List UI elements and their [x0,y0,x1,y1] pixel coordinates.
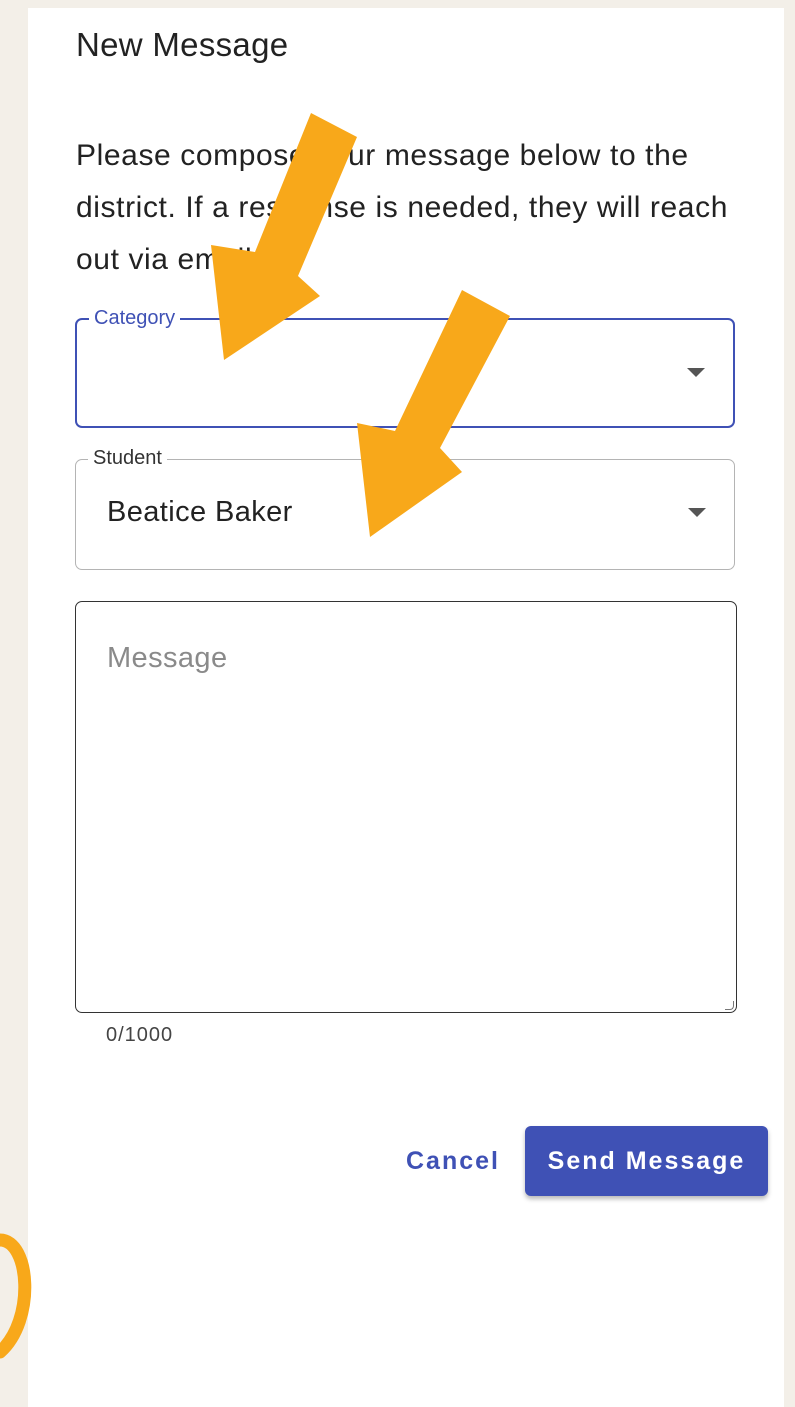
message-textarea[interactable]: Message [75,601,737,1013]
category-label: Category [89,306,181,330]
intro-text: Please compose your message below to the… [76,139,728,276]
arrow-drop-down-icon[interactable] [688,508,706,517]
character-counter: 0/1000 [106,1024,174,1046]
arrow-drop-down-icon[interactable] [687,368,705,377]
student-label: Student [88,446,167,470]
category-select[interactable]: Category [75,306,735,428]
cancel-button[interactable]: Cancel [392,1133,514,1189]
send-message-button[interactable]: Send Message [525,1126,768,1196]
dialog-title: New Message [76,26,289,63]
annotation-curve-icon [0,1233,32,1359]
student-select[interactable]: Student Beatice Baker [75,446,735,570]
message-placeholder: Message [107,642,228,674]
resize-handle-icon[interactable] [725,1001,734,1010]
student-value: Beatice Baker [107,496,293,528]
